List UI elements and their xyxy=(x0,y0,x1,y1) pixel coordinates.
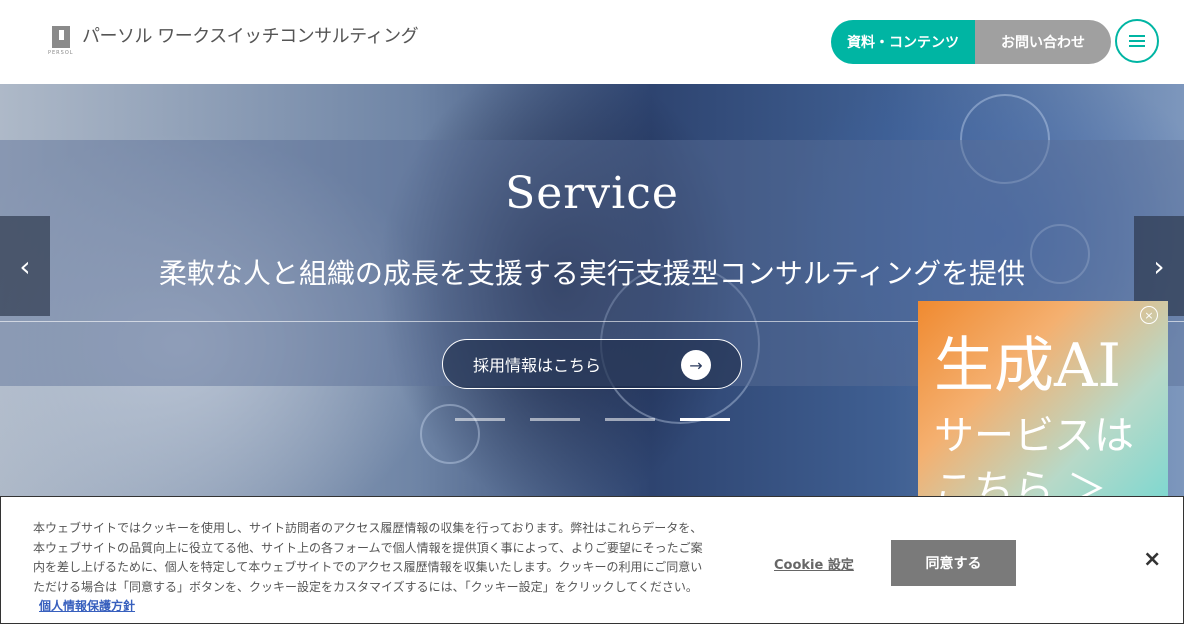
resources-button[interactable]: 資料・コンテンツ xyxy=(831,20,975,64)
persol-logo-icon: PERSOL xyxy=(48,26,76,58)
cookie-accept-button[interactable]: 同意する xyxy=(891,540,1016,586)
hamburger-menu-icon xyxy=(1129,35,1145,47)
recruit-info-button[interactable]: 採用情報はこちら → xyxy=(442,339,742,389)
hero-subtitle: 柔軟な人と組織の成長を支援する実行支援型コンサルティングを提供 xyxy=(158,257,1026,290)
slide-indicator[interactable] xyxy=(530,418,580,421)
cookie-notice-text: 本ウェブサイトではクッキーを使用し、サイト訪問者のアクセス履歴情報の収集を行って… xyxy=(33,521,703,594)
recruit-label: 採用情報はこちら xyxy=(473,356,602,375)
cookie-settings-link[interactable]: Cookie 設定 xyxy=(774,554,854,573)
arrow-right-icon: → xyxy=(681,350,711,380)
slider-indicators xyxy=(455,418,755,421)
hero-title: Service xyxy=(505,168,679,219)
generative-ai-banner[interactable]: 生成AI サービスは こちら ＞ xyxy=(918,301,1168,501)
decorative-ring xyxy=(420,404,480,464)
company-logo[interactable]: PERSOL パーソル ワークスイッチコンサルティング xyxy=(48,26,419,58)
chevron-right-icon: › xyxy=(1153,249,1165,283)
contact-button[interactable]: お問い合わせ xyxy=(975,20,1111,64)
close-icon[interactable]: × xyxy=(1143,547,1161,572)
slide-indicator[interactable] xyxy=(605,418,655,421)
menu-button[interactable] xyxy=(1115,19,1159,63)
cookie-consent-banner: 本ウェブサイトではクッキーを使用し、サイト訪問者のアクセス履歴情報の収集を行って… xyxy=(0,496,1184,624)
logo-text: パーソル ワークスイッチコンサルティング xyxy=(82,26,419,47)
privacy-policy-link[interactable]: 個人情報保護方針 xyxy=(39,599,135,613)
logo-sub-text: PERSOL xyxy=(48,50,74,56)
slider-prev-button[interactable]: ‹ xyxy=(0,216,50,316)
slide-indicator[interactable] xyxy=(455,418,505,421)
chevron-left-icon: ‹ xyxy=(19,249,31,283)
ai-banner-line1: 生成AI xyxy=(934,331,1122,401)
circle-close-icon[interactable]: × xyxy=(1140,306,1158,324)
slide-indicator-active[interactable] xyxy=(680,418,730,421)
ai-banner-line2: サービスは xyxy=(934,413,1134,459)
site-header: PERSOL パーソル ワークスイッチコンサルティング 資料・コンテンツ お問い… xyxy=(0,0,1184,84)
cookie-notice: 本ウェブサイトではクッキーを使用し、サイト訪問者のアクセス履歴情報の収集を行って… xyxy=(33,519,713,617)
